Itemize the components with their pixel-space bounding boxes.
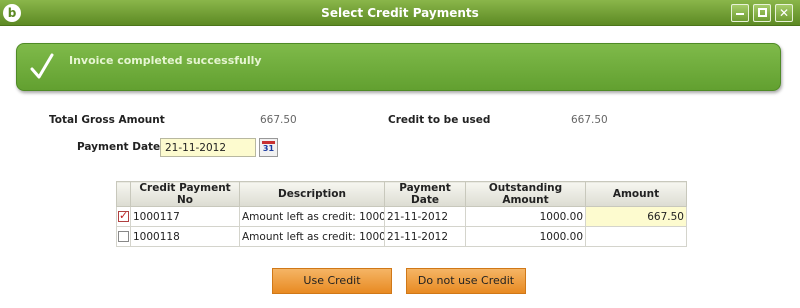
amount-input[interactable] [585,226,687,247]
calendar-day: 31 [262,144,275,153]
row-checkbox[interactable] [118,231,129,242]
window-title: Select Credit Payments [321,6,479,20]
credit-no-cell: 1000117 [130,206,240,227]
close-button[interactable]: ✕ [775,4,793,22]
credit-payments-table: Credit Payment No Description Payment Da… [116,181,687,247]
total-gross-value: 667.50 [260,114,297,126]
column-header-description[interactable]: Description [239,181,385,207]
calendar-button[interactable]: 31 [259,138,278,157]
credit-no-cell: 1000118 [130,226,240,247]
title-bar: b Select Credit Payments ✕ [0,0,800,26]
outstanding-cell: 1000.00 [465,226,586,247]
credit-used-label: Credit to be used [388,114,491,126]
do-not-use-credit-button[interactable]: Do not use Credit [406,268,526,294]
table-row[interactable]: 1000117 Amount left as credit: 1000.00 2… [116,206,687,227]
table-row[interactable]: 1000118 Amount left as credit: 1000.00 2… [116,226,687,247]
maximize-button[interactable] [753,4,771,22]
minimize-icon [736,13,744,15]
payment-date-input[interactable]: 21-11-2012 [160,138,256,157]
select-column-header [116,181,131,207]
description-cell: Amount left as credit: 1000.00 [239,226,385,247]
success-banner: Invoice completed successfully [16,43,781,91]
column-header-amount[interactable]: Amount [585,181,687,207]
maximize-icon [758,8,767,17]
checkmark-icon [30,53,54,79]
payment-date-cell: 21-11-2012 [384,226,466,247]
success-message: Invoice completed successfully [69,54,262,67]
outstanding-cell: 1000.00 [465,206,586,227]
total-gross-label: Total Gross Amount [49,114,165,126]
row-select-cell[interactable] [116,226,131,247]
column-header-credit-no[interactable]: Credit Payment No [130,181,240,207]
row-checkbox[interactable] [118,209,129,222]
credit-used-value: 667.50 [571,114,608,126]
description-cell: Amount left as credit: 1000.00 [239,206,385,227]
table-header-row: Credit Payment No Description Payment Da… [116,181,687,207]
use-credit-button[interactable]: Use Credit [272,268,392,294]
column-header-payment-date[interactable]: Payment Date [384,181,466,207]
minimize-button[interactable] [731,4,749,22]
amount-input[interactable]: 667.50 [585,206,687,227]
payment-date-label: Payment Date [77,141,161,153]
row-select-cell[interactable] [116,206,131,227]
payment-date-cell: 21-11-2012 [384,206,466,227]
column-header-outstanding[interactable]: Outstanding Amount [465,181,586,207]
